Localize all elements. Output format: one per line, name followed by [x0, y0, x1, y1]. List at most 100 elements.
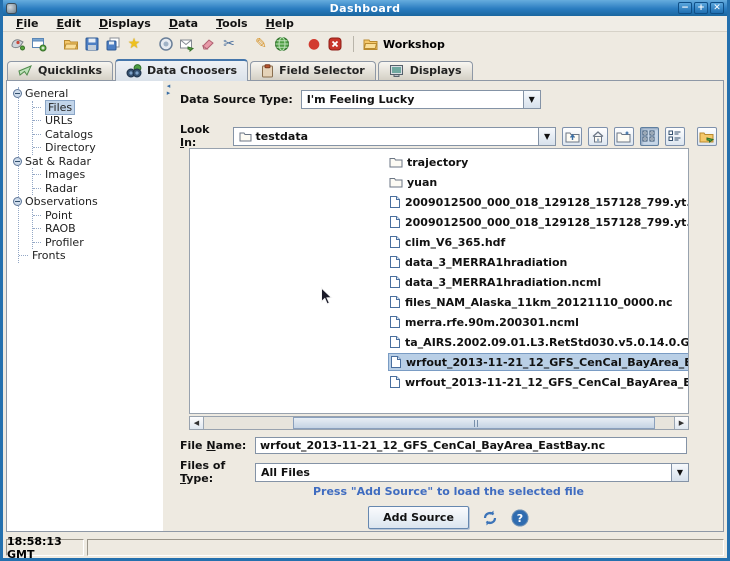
folder-icon: [389, 156, 403, 168]
chevron-down-icon[interactable]: ▼: [671, 464, 688, 481]
open-folder-icon[interactable]: [62, 35, 80, 53]
workshop-button[interactable]: Workshop: [363, 37, 445, 51]
file-row-selected[interactable]: wrfout_2013-11-21_12_GFS_CenCal_BayArea_…: [190, 352, 688, 372]
titlebar[interactable]: Dashboard − + ✕: [3, 0, 727, 16]
tree-item-point[interactable]: Point: [33, 209, 161, 223]
tree-item-fronts[interactable]: Fronts: [19, 249, 161, 263]
tree-expand-handle-icon[interactable]: [13, 89, 22, 98]
grid-view-toggle[interactable]: [640, 127, 660, 146]
file-icon: [389, 195, 401, 209]
file-row[interactable]: 2009012500_000_018_129128_157128_799.yt.…: [190, 212, 688, 232]
tree-item-raob[interactable]: RAOB: [33, 222, 161, 236]
tree-item-images[interactable]: Images: [33, 168, 161, 182]
menu-help[interactable]: Help: [257, 17, 303, 30]
new-window-icon[interactable]: [30, 35, 48, 53]
file-row[interactable]: data_3_MERRA1hradiation.ncml: [190, 272, 688, 292]
help-button[interactable]: ?: [511, 509, 529, 527]
tab-data-choosers[interactable]: Data Choosers: [115, 59, 248, 81]
file-chooser: Data Source Type: I'm Feeling Lucky ▼ Lo…: [174, 81, 723, 531]
tree-item-files[interactable]: Files: [33, 101, 161, 115]
tab-field-selector[interactable]: Field Selector: [250, 61, 376, 80]
file-row[interactable]: data_3_MERRA1hradiation: [190, 252, 688, 272]
maximize-button[interactable]: +: [694, 2, 708, 14]
file-row[interactable]: wrfout_2013-11-21_12_GFS_CenCal_BayArea_…: [190, 372, 688, 392]
add-source-button[interactable]: Add Source: [368, 506, 469, 529]
divider-collapse-icons[interactable]: ◂▸: [163, 83, 174, 97]
tree-item-catalogs[interactable]: Catalogs: [33, 128, 161, 142]
menu-displays[interactable]: Displays: [90, 17, 160, 30]
close-button[interactable]: ✕: [710, 2, 724, 14]
globe-icon[interactable]: [273, 35, 291, 53]
save-copy-icon[interactable]: [104, 35, 122, 53]
edit-pencil-icon[interactable]: ✎: [252, 35, 270, 53]
support-icon[interactable]: [157, 35, 175, 53]
tree-item-profiler[interactable]: Profiler: [33, 236, 161, 250]
paper-plane-icon: [18, 64, 33, 77]
file-name-input[interactable]: [255, 437, 687, 454]
up-folder-icon: [565, 130, 580, 143]
cut-scissors-icon[interactable]: ✂: [220, 35, 238, 53]
send-mail-icon[interactable]: [178, 35, 196, 53]
tree-item-radar[interactable]: Radar: [33, 182, 161, 196]
up-folder-button[interactable]: [562, 127, 582, 146]
tree-group-observations[interactable]: Observations: [13, 195, 161, 209]
home-icon: [591, 130, 605, 143]
workshop-folder-icon: [363, 37, 378, 51]
window-title: Dashboard: [3, 2, 727, 15]
file-row[interactable]: trajectory: [190, 152, 688, 172]
split-divider[interactable]: ◂▸: [163, 81, 174, 531]
file-row[interactable]: yuan: [190, 172, 688, 192]
minimize-button[interactable]: −: [678, 2, 692, 14]
menu-edit[interactable]: Edit: [48, 17, 90, 30]
tree-expand-handle-icon[interactable]: [13, 197, 22, 206]
horizontal-scrollbar[interactable]: ◀ ▶: [189, 416, 689, 430]
tree-item-urls[interactable]: URLs: [33, 114, 161, 128]
tab-quicklinks[interactable]: Quicklinks: [7, 61, 113, 80]
files-of-type-combobox[interactable]: All Files ▼: [255, 463, 689, 482]
data-source-type-label: Data Source Type:: [180, 93, 293, 106]
record-icon[interactable]: ●: [305, 35, 323, 53]
new-folder-button[interactable]: [614, 127, 634, 146]
favorites-star-icon[interactable]: ★: [125, 35, 143, 53]
file-icon: [389, 335, 401, 349]
tab-displays[interactable]: Displays: [378, 61, 473, 80]
tree-group-sat-radar[interactable]: Sat & Radar: [13, 155, 161, 169]
file-icon: [389, 375, 401, 389]
clipboard-icon: [261, 64, 274, 78]
menu-data[interactable]: Data: [160, 17, 207, 30]
look-in-combobox[interactable]: testdata ▼: [233, 127, 557, 146]
file-row[interactable]: 2009012500_000_018_129128_157128_799.yt.…: [190, 192, 688, 212]
tree-group-general[interactable]: General: [13, 87, 161, 101]
scrollbar-thumb[interactable]: [293, 417, 655, 429]
menu-tools[interactable]: Tools: [207, 17, 256, 30]
home-button[interactable]: [588, 127, 608, 146]
scroll-right-icon[interactable]: ▶: [674, 417, 688, 429]
clock-display: 18:58:13 GMT: [6, 539, 84, 556]
file-row[interactable]: ta_AIRS.2002.09.01.L3.RetStd030.v5.0.14.…: [190, 332, 688, 352]
chooser-tree: General Files URLs Catalogs Directory Sa…: [7, 81, 163, 531]
scrollbar-track[interactable]: [204, 417, 674, 429]
tree-item-directory[interactable]: Directory: [33, 141, 161, 155]
binoculars-icon: [126, 64, 142, 78]
scroll-left-icon[interactable]: ◀: [190, 417, 204, 429]
save-icon[interactable]: [83, 35, 101, 53]
load-selected-button[interactable]: [697, 127, 717, 146]
file-icon: [389, 295, 401, 309]
file-row[interactable]: files_NAM_Alaska_11km_20121110_0000.nc: [190, 292, 688, 312]
file-row[interactable]: merra.rfe.90m.200301.ncml: [190, 312, 688, 332]
file-row[interactable]: clim_V6_365.hdf: [190, 232, 688, 252]
menu-file[interactable]: File: [7, 17, 48, 30]
file-list[interactable]: trajectory yuan 2009012500_000_018_12912…: [189, 148, 689, 414]
eraser-icon[interactable]: [199, 35, 217, 53]
list-view-toggle[interactable]: [665, 127, 685, 146]
stop-close-icon[interactable]: [326, 35, 344, 53]
refresh-icon: [481, 509, 499, 527]
file-icon: [390, 355, 402, 369]
monitor-icon: [389, 64, 405, 78]
refresh-button[interactable]: [481, 509, 499, 527]
data-source-type-combobox[interactable]: I'm Feeling Lucky ▼: [301, 90, 541, 109]
chevron-down-icon[interactable]: ▼: [523, 91, 540, 108]
chevron-down-icon[interactable]: ▼: [538, 128, 555, 145]
show-dashboard-icon[interactable]: [9, 35, 27, 53]
tree-expand-handle-icon[interactable]: [13, 157, 22, 166]
